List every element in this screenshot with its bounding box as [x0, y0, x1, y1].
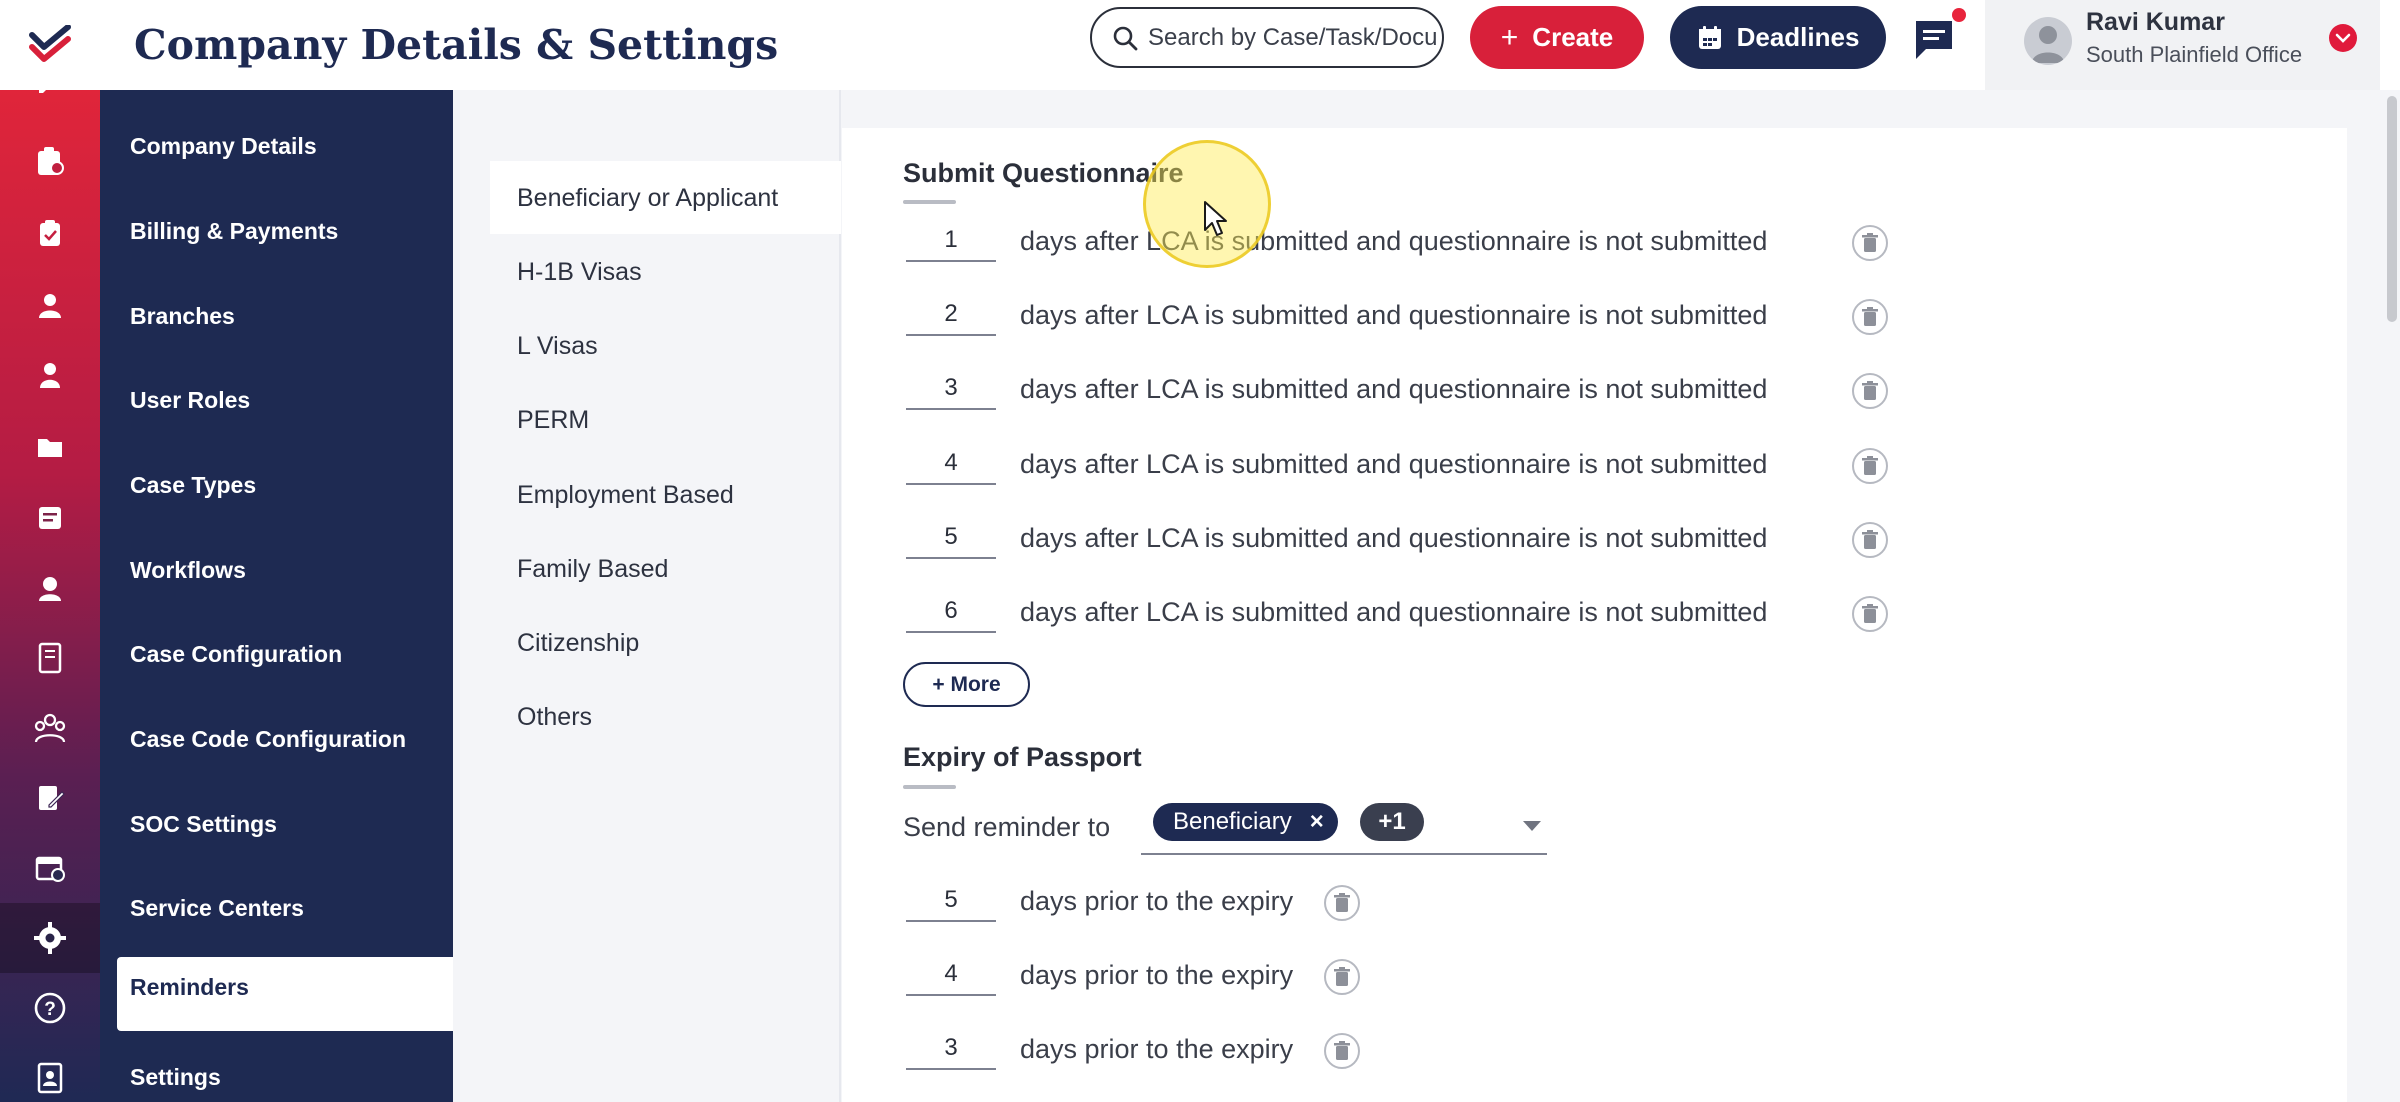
- case-icon[interactable]: [0, 126, 100, 196]
- delete-icon[interactable]: [1852, 225, 1888, 261]
- settings-nav-reminders-label: Reminders: [130, 974, 249, 1000]
- delete-icon[interactable]: [1852, 373, 1888, 409]
- user-office: South Plainfield Office: [2086, 42, 2303, 67]
- days-input[interactable]: [906, 517, 996, 559]
- category-h1b-visas[interactable]: H-1B Visas: [517, 252, 642, 292]
- category-perm[interactable]: PERM: [517, 400, 589, 440]
- create-button[interactable]: + Create: [1470, 6, 1644, 69]
- top-bar: Company Details & Settings + Create Dead…: [0, 0, 2400, 90]
- dropdown-caret-icon[interactable]: [1523, 821, 1541, 831]
- settings-nav: Company Details Billing & Payments Branc…: [100, 90, 453, 1102]
- days-input[interactable]: [906, 591, 996, 633]
- reminder-text: days after LCA is submitted and question…: [1020, 523, 1768, 553]
- chat-icon[interactable]: [1910, 15, 1958, 63]
- user-icon[interactable]: [0, 340, 100, 410]
- calendar-icon: [1698, 25, 1721, 49]
- category-l-visas[interactable]: L Visas: [517, 326, 598, 366]
- deadlines-label: Deadlines: [1736, 22, 1860, 52]
- search-icon: [1113, 26, 1138, 50]
- scrollbar-thumb[interactable]: [2387, 96, 2397, 322]
- reminder-text: days prior to the expiry: [1020, 960, 1294, 990]
- calendar-icon[interactable]: [0, 833, 100, 903]
- delete-icon[interactable]: [1324, 959, 1360, 995]
- settings-nav-service-centers[interactable]: Service Centers: [130, 888, 304, 928]
- settings-nav-case-types[interactable]: Case Types: [130, 465, 256, 505]
- settings-nav-soc-settings[interactable]: SOC Settings: [130, 804, 277, 844]
- section-title-submit-questionnaire: Submit Questionnaire: [903, 158, 1184, 188]
- chevron-down-icon[interactable]: [2329, 24, 2357, 52]
- settings-nav-company-details[interactable]: Company Details: [130, 126, 317, 166]
- team-icon[interactable]: [0, 693, 100, 763]
- person-icon[interactable]: [0, 270, 100, 340]
- section-underline: [903, 785, 956, 789]
- folder-icon[interactable]: [0, 412, 100, 482]
- page-title: Company Details & Settings: [134, 21, 779, 69]
- recipient-select[interactable]: Beneficiary × +1: [1141, 795, 1547, 855]
- notes-icon[interactable]: [0, 483, 100, 553]
- reminder-text: days after LCA is submitted and question…: [1020, 449, 1768, 479]
- category-beneficiary-or-applicant[interactable]: Beneficiary or Applicant: [517, 178, 778, 218]
- settings-nav-case-configuration[interactable]: Case Configuration: [130, 634, 342, 674]
- settings-nav-workflows[interactable]: Workflows: [130, 550, 246, 590]
- plus-icon: +: [1500, 20, 1519, 54]
- category-family-based[interactable]: Family Based: [517, 549, 668, 589]
- category-others[interactable]: Others: [517, 697, 592, 737]
- icon-rail: ?: [0, 73, 100, 1102]
- settings-nav-user-roles[interactable]: User Roles: [130, 380, 250, 420]
- days-input[interactable]: [906, 954, 996, 996]
- days-input[interactable]: [906, 443, 996, 485]
- category-citizenship[interactable]: Citizenship: [517, 623, 639, 663]
- reminder-text: days after LCA is submitted and question…: [1020, 300, 1768, 330]
- reminder-text: days after LCA is submitted and question…: [1020, 597, 1768, 627]
- days-input[interactable]: [906, 1028, 996, 1070]
- settings-nav-settings[interactable]: Settings: [130, 1057, 221, 1097]
- more-recipients-badge: +1: [1360, 803, 1424, 841]
- recipient-chip: Beneficiary ×: [1153, 803, 1338, 841]
- delete-icon[interactable]: [1324, 885, 1360, 921]
- svg-text:?: ?: [44, 999, 56, 1020]
- days-input[interactable]: [906, 294, 996, 336]
- section-underline: [903, 200, 956, 204]
- support-agent-icon[interactable]: [0, 553, 100, 623]
- reminder-text: days prior to the expiry: [1020, 886, 1294, 916]
- settings-gear-icon[interactable]: [0, 903, 100, 973]
- global-search[interactable]: [1090, 7, 1444, 68]
- reminder-text: days after LCA is submitted and question…: [1020, 226, 1768, 256]
- reminder-text: days after LCA is submitted and question…: [1020, 374, 1768, 404]
- delete-icon[interactable]: [1852, 596, 1888, 632]
- address-book-icon[interactable]: [0, 1043, 100, 1102]
- edit-icon[interactable]: [0, 62, 100, 102]
- user-name: Ravi Kumar: [2086, 8, 2225, 36]
- days-input[interactable]: [906, 220, 996, 262]
- deadlines-button[interactable]: Deadlines: [1670, 6, 1886, 69]
- section-title-expiry-of-passport: Expiry of Passport: [903, 742, 1142, 772]
- delete-icon[interactable]: [1852, 522, 1888, 558]
- add-more-button[interactable]: + More: [903, 662, 1030, 707]
- delete-icon[interactable]: [1324, 1033, 1360, 1069]
- notification-dot: [1952, 8, 1966, 22]
- delete-icon[interactable]: [1852, 448, 1888, 484]
- checkmark-logo-icon: [29, 25, 71, 62]
- category-employment-based[interactable]: Employment Based: [517, 475, 734, 515]
- help-icon[interactable]: ?: [0, 973, 100, 1043]
- ledger-icon[interactable]: [0, 623, 100, 693]
- days-input[interactable]: [906, 880, 996, 922]
- reminder-text: days prior to the expiry: [1020, 1034, 1294, 1064]
- recipient-chip-label: Beneficiary: [1173, 808, 1292, 835]
- avatar[interactable]: [2024, 17, 2072, 65]
- chip-remove-icon[interactable]: ×: [1310, 808, 1324, 836]
- form-icon[interactable]: [0, 763, 100, 833]
- search-input[interactable]: [1148, 23, 1438, 52]
- clipboard-icon[interactable]: [0, 198, 100, 268]
- settings-nav-billing[interactable]: Billing & Payments: [130, 211, 338, 251]
- delete-icon[interactable]: [1852, 299, 1888, 335]
- create-label: Create: [1532, 22, 1614, 52]
- send-reminder-label: Send reminder to: [903, 812, 1111, 842]
- settings-nav-reminders[interactable]: Reminders: [117, 957, 453, 1031]
- settings-nav-branches[interactable]: Branches: [130, 296, 235, 336]
- settings-nav-case-code-configuration[interactable]: Case Code Configuration: [130, 719, 406, 759]
- mouse-pointer-icon: [1204, 201, 1227, 236]
- days-input[interactable]: [906, 368, 996, 410]
- reminder-category-nav: [453, 90, 841, 1102]
